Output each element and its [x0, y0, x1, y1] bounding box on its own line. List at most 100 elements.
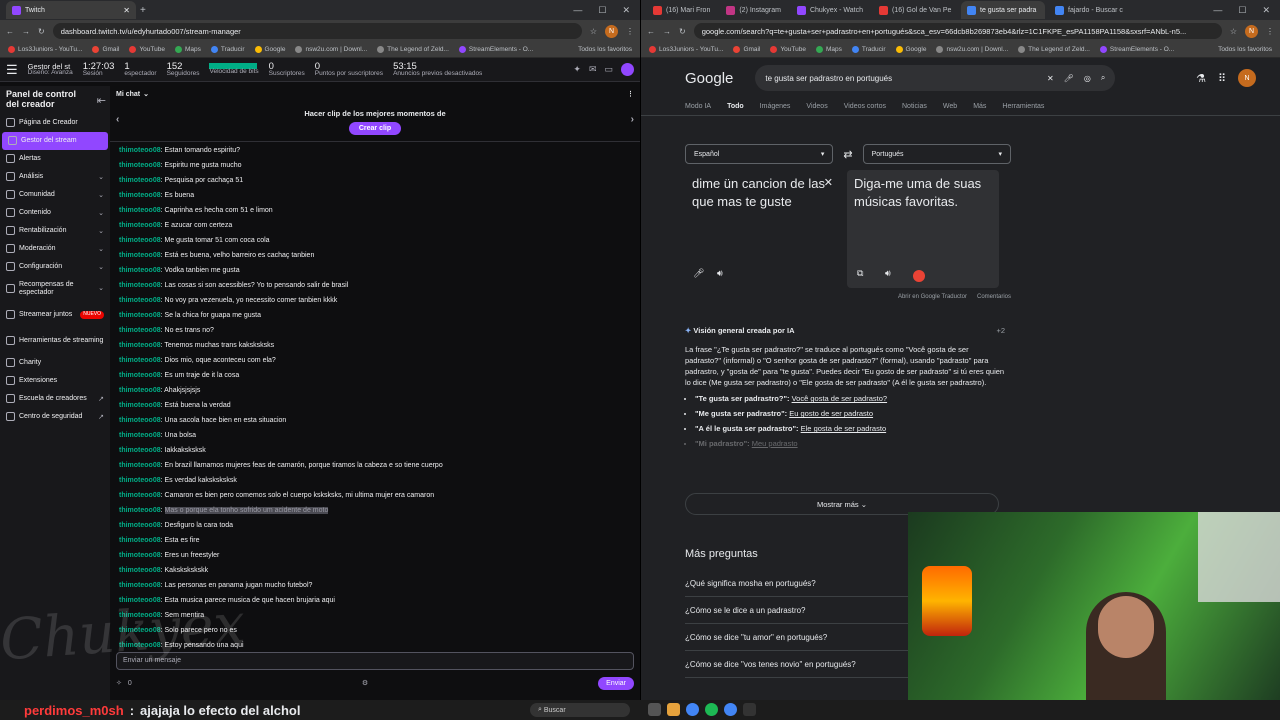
swap-icon[interactable]: ⇄	[843, 148, 852, 161]
tab-item[interactable]: Chukyex - Watch	[791, 1, 869, 19]
chat-username[interactable]: thimoteoo08	[119, 417, 161, 424]
sidebar-item-monetization[interactable]: Rentabilización ⌄	[0, 222, 110, 240]
target-language-select[interactable]: Portugués ▾	[862, 144, 1011, 164]
source-language-select[interactable]: Español ▾	[685, 144, 834, 164]
copy-icon[interactable]: ⧉	[857, 267, 863, 280]
chat-username[interactable]: thimoteoo08	[119, 447, 161, 454]
tab-short-videos[interactable]: Videos cortos	[844, 103, 886, 110]
bookmark-item[interactable]: Traducir	[851, 46, 886, 53]
chat-message[interactable]: thimoteoo08: Me gusta tomar 51 com coca …	[119, 233, 631, 248]
chat-title[interactable]: Mi chat	[116, 91, 140, 98]
chat-message[interactable]: thimoteoo08: Iakkaksksksk	[119, 443, 631, 458]
tab-twitch[interactable]: Twitch ✕	[6, 1, 136, 19]
chat-username[interactable]: thimoteoo08	[119, 222, 161, 229]
new-tab-icon[interactable]: +	[140, 5, 146, 16]
chat-username[interactable]: thimoteoo08	[119, 192, 161, 199]
open-translate-link[interactable]: Abrir en Google Traductor	[898, 294, 967, 300]
more-icon[interactable]: ⋮	[627, 90, 634, 98]
bookmark-item[interactable]: nsw2u.com | Downl...	[936, 46, 1008, 53]
chat-message[interactable]: thimoteoo08: Camaron es bien pero comemo…	[119, 488, 631, 503]
chrome-icon[interactable]	[686, 703, 699, 716]
bookmark-item[interactable]: Google	[254, 46, 285, 53]
sidebar-item-community[interactable]: Comunidad ⌄	[0, 186, 110, 204]
widget-icon[interactable]	[648, 703, 661, 716]
folder-icon[interactable]	[667, 703, 680, 716]
chat-message[interactable]: thimoteoo08: Ahakjsjsjsjs	[119, 383, 631, 398]
ai-bullet-translation[interactable]: Você gosta de ser padrasto?	[792, 394, 887, 403]
tab-all[interactable]: Todo	[727, 103, 744, 110]
forward-icon[interactable]: →	[22, 27, 30, 36]
account-avatar[interactable]: N	[1238, 69, 1256, 87]
chat-username[interactable]: thimoteoo08	[119, 477, 161, 484]
chat-message[interactable]: thimoteoo08: Mas o porque ela tonho sofr…	[119, 503, 631, 518]
bookmark-item[interactable]: Maps	[174, 46, 201, 53]
sidebar-item-extensions[interactable]: Extensiones	[0, 372, 110, 390]
chat-message[interactable]: thimoteoo08: Se la chica for guapa me gu…	[119, 308, 631, 323]
chat-message[interactable]: thimoteoo08: Es buena	[119, 188, 631, 203]
google-icon[interactable]	[913, 270, 925, 282]
chat-message[interactable]: thimoteoo08: Espiritu me gusta mucho	[119, 158, 631, 173]
bookmark-item[interactable]: StreamElements - O...	[458, 46, 533, 53]
chat-message[interactable]: thimoteoo08: Pesquisa por cachaça 51	[119, 173, 631, 188]
chevron-left-icon[interactable]: ‹	[116, 114, 119, 125]
all-bookmarks[interactable]: Todos los favoritos	[1218, 46, 1272, 53]
chat-message[interactable]: thimoteoo08: En brazil llamamos mujeres …	[119, 458, 631, 473]
chat-username[interactable]: thimoteoo08	[119, 567, 161, 574]
tab-item[interactable]: fajardo - Buscar c	[1049, 1, 1129, 19]
chat-username[interactable]: thimoteoo08	[119, 537, 161, 544]
clear-icon[interactable]: ✕	[824, 176, 833, 191]
sidebar-item-stream-manager[interactable]: Gestor del stream	[2, 131, 108, 150]
points-icon[interactable]: ✧	[116, 679, 122, 687]
sidebar-item-creator-page[interactable]: Página de Creador	[0, 114, 110, 132]
chat-message[interactable]: thimoteoo08: Es um traje de it la cosa	[119, 368, 631, 383]
spotify-icon[interactable]	[705, 703, 718, 716]
collapse-icon[interactable]: ⇤	[97, 94, 106, 107]
user-avatar[interactable]	[621, 63, 634, 76]
chat-username[interactable]: thimoteoo08	[119, 252, 161, 259]
chat-username[interactable]: thimoteoo08	[119, 147, 161, 154]
comments-link[interactable]: Comentarios	[977, 294, 1011, 300]
chat-username[interactable]: thimoteoo08	[119, 507, 161, 514]
chat-message[interactable]: thimoteoo08: No voy pra vezenuela, yo ne…	[119, 293, 631, 308]
bookmark-item[interactable]: YouTube	[770, 46, 806, 53]
chat-username[interactable]: thimoteoo08	[119, 492, 161, 499]
search-icon[interactable]: ⌕	[1101, 73, 1105, 83]
chat-username[interactable]: thimoteoo08	[119, 267, 161, 274]
chat-username[interactable]: thimoteoo08	[119, 402, 161, 409]
chat-message[interactable]: thimoteoo08: Dios mio, oque aconteceu co…	[119, 353, 631, 368]
chat-bubble-icon[interactable]: ▭	[604, 64, 613, 75]
obs-icon[interactable]	[743, 703, 756, 716]
bookmark-item[interactable]: Traducir	[210, 46, 245, 53]
chat-username[interactable]: thimoteoo08	[119, 552, 161, 559]
star-icon[interactable]: ☆	[590, 27, 597, 36]
tab-ai-mode[interactable]: Modo IA	[685, 103, 711, 110]
chat-username[interactable]: thimoteoo08	[119, 387, 161, 394]
ai-bullet-translation[interactable]: Ele gosta de ser padrasto	[801, 424, 886, 433]
maximize-icon[interactable]: ☐	[1238, 5, 1246, 16]
chat-username[interactable]: thimoteoo08	[119, 342, 161, 349]
ai-bullet-translation[interactable]: Meu padrasto	[752, 439, 798, 448]
chat-message[interactable]: thimoteoo08: Caprinha es hecha com 51 e …	[119, 203, 631, 218]
tab-item[interactable]: (16) Mari Fron	[647, 1, 716, 19]
sidebar-item-stream-together[interactable]: Streamear juntos NUEVO	[0, 302, 110, 328]
hamburger-menu-icon[interactable]: ☰	[6, 62, 18, 78]
speaker-icon[interactable]: 🔊︎	[717, 267, 723, 280]
chrome-icon[interactable]	[724, 703, 737, 716]
chat-message[interactable]: thimoteoo08: Kakskskskskk	[119, 563, 631, 578]
star-icon[interactable]: ☆	[1230, 27, 1237, 36]
chat-message[interactable]: thimoteoo08: Desfiguro la cara toda	[119, 518, 631, 533]
bookmark-item[interactable]: nsw2u.com | Downl...	[295, 46, 367, 53]
labs-icon[interactable]: ⚗	[1196, 72, 1206, 85]
profile-avatar[interactable]: N	[605, 24, 618, 38]
bookmark-item[interactable]: Los3Juniors - YouTu...	[649, 46, 723, 53]
tab-tools[interactable]: Herramientas	[1002, 103, 1044, 110]
close-window-icon[interactable]: ✕	[622, 5, 630, 16]
chat-message[interactable]: thimoteoo08: Está es buena, velho barrei…	[119, 248, 631, 263]
chat-message[interactable]: thimoteoo08: Vodka tanbien me gusta	[119, 263, 631, 278]
tab-videos[interactable]: Videos	[806, 103, 827, 110]
chat-username[interactable]: thimoteoo08	[119, 462, 161, 469]
url-field[interactable]: dashboard.twitch.tv/u/edyhurtado007/stre…	[52, 23, 582, 39]
chat-username[interactable]: thimoteoo08	[119, 432, 161, 439]
sidebar-item-creator-school[interactable]: Escuela de creadores ↗	[0, 390, 110, 408]
all-bookmarks[interactable]: Todos los favoritos	[578, 46, 632, 53]
